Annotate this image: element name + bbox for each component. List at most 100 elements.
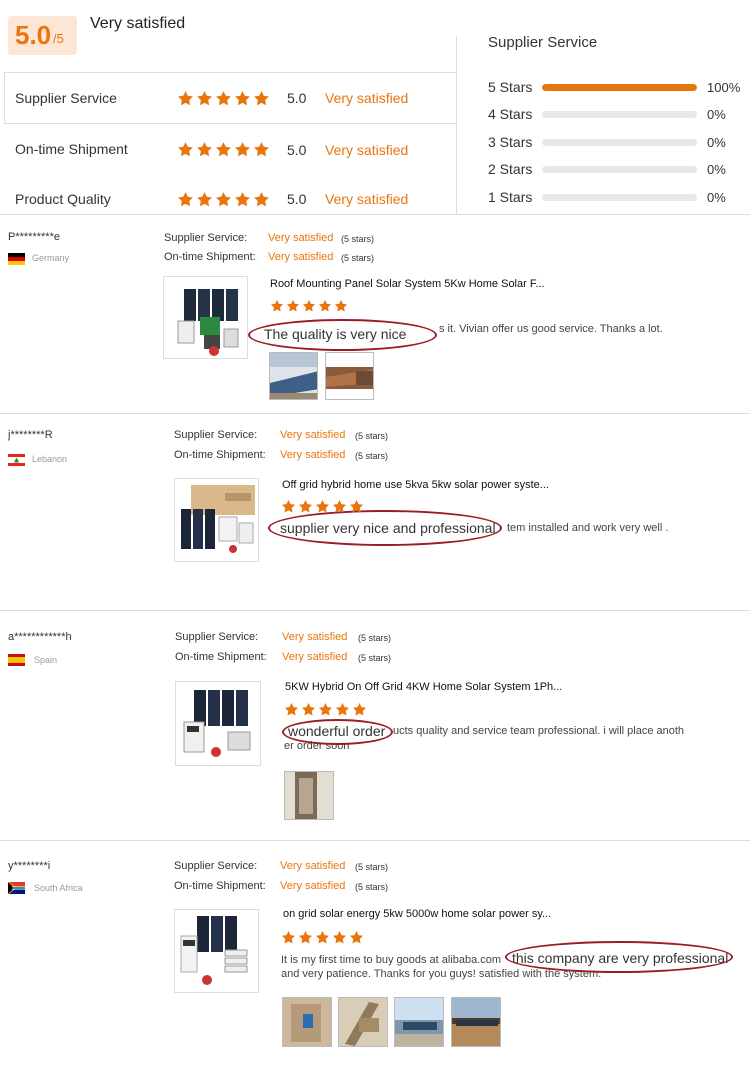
star-icon xyxy=(215,90,232,107)
product-image[interactable] xyxy=(175,681,261,766)
distribution-label: 4 Stars xyxy=(488,106,533,122)
review-photo[interactable] xyxy=(451,997,501,1047)
service-rating: Very satisfied xyxy=(280,860,346,872)
review-photo[interactable] xyxy=(394,997,444,1047)
star-icon xyxy=(332,930,347,945)
product-title[interactable]: on grid solar energy 5kw 5000w home sola… xyxy=(283,908,551,920)
reviewer-country: Spain xyxy=(34,655,58,665)
rating-score: 5.0 xyxy=(287,90,307,106)
reviewer-name: j********R xyxy=(8,429,53,441)
star-icon xyxy=(315,499,330,514)
divider xyxy=(456,36,457,214)
service-stars: (5 stars) xyxy=(341,234,375,244)
star-icon xyxy=(352,702,367,717)
reviewer-country: Lebanon xyxy=(32,454,68,464)
comment-text: ucts quality and service team profession… xyxy=(393,725,685,737)
product-image[interactable] xyxy=(163,276,248,359)
service-stars: (5 stars) xyxy=(355,862,389,872)
product-title[interactable]: 5KW Hybrid On Off Grid 4KW Home Solar Sy… xyxy=(285,681,562,693)
review-photo[interactable] xyxy=(325,352,374,400)
shipment-rating: Very satisfied xyxy=(280,449,346,461)
service-stars: (5 stars) xyxy=(358,633,392,643)
meta-label-shipment: On-time Shipment: xyxy=(174,449,266,461)
highlight-ellipse xyxy=(268,510,502,546)
rating-text: Very satisfied xyxy=(325,191,409,207)
star-icon xyxy=(177,141,194,158)
star-icon xyxy=(286,299,300,313)
star-icon xyxy=(270,299,284,313)
star-icon xyxy=(234,90,251,107)
star-icon xyxy=(281,499,296,514)
shipment-rating: Very satisfied xyxy=(268,251,334,263)
star-icon xyxy=(298,930,313,945)
distribution-title: Supplier Service xyxy=(488,34,598,51)
review-separator xyxy=(0,413,750,414)
comment-text: tem installed and work very well . xyxy=(507,522,669,534)
divider xyxy=(4,123,456,124)
star-icon xyxy=(284,702,299,717)
highlight-ellipse xyxy=(282,719,393,745)
review-photo[interactable] xyxy=(338,997,388,1047)
product-image[interactable] xyxy=(174,909,259,993)
distribution-bar xyxy=(542,111,697,118)
star-icon xyxy=(234,141,251,158)
star-icon xyxy=(253,191,270,208)
star-icon xyxy=(302,299,316,313)
review-photo[interactable] xyxy=(282,997,332,1047)
distribution-bar xyxy=(542,194,697,201)
distribution-bar xyxy=(542,139,697,146)
shipment-stars: (5 stars) xyxy=(355,451,389,461)
star-icon xyxy=(349,930,364,945)
service-stars: (5 stars) xyxy=(355,431,389,441)
distribution-percent: 0% xyxy=(707,107,726,122)
meta-label-shipment: On-time Shipment: xyxy=(174,880,266,892)
distribution-label: 2 Stars xyxy=(488,161,533,177)
star-icon xyxy=(298,499,313,514)
star-icon xyxy=(196,90,213,107)
distribution-bar-fill xyxy=(542,84,697,91)
review-photo[interactable] xyxy=(269,352,318,400)
meta-label-shipment: On-time Shipment: xyxy=(175,651,267,663)
star-icon xyxy=(315,930,330,945)
shipment-stars: (5 stars) xyxy=(355,882,389,892)
service-rating: Very satisfied xyxy=(280,429,346,441)
distribution-percent: 0% xyxy=(707,135,726,150)
star-icon xyxy=(196,141,213,158)
score-denominator: /5 xyxy=(53,31,64,46)
star-icon xyxy=(318,299,332,313)
rating-text: Very satisfied xyxy=(325,142,409,158)
distribution-bar xyxy=(542,166,697,173)
meta-label-service: Supplier Service: xyxy=(164,232,248,244)
distribution-label: 1 Stars xyxy=(488,189,533,205)
distribution-label: 3 Stars xyxy=(488,134,533,150)
rating-label: Product Quality xyxy=(15,191,111,207)
rating-score: 5.0 xyxy=(287,191,307,207)
star-icon xyxy=(281,930,296,945)
product-title[interactable]: Off grid hybrid home use 5kva 5kw solar … xyxy=(282,479,549,491)
spain-flag-icon xyxy=(8,653,25,666)
distribution-percent: 100% xyxy=(707,80,741,95)
service-rating: Very satisfied xyxy=(282,631,348,643)
service-rating: Very satisfied xyxy=(268,232,334,244)
south-africa-flag-icon xyxy=(7,881,25,895)
comment-text: It is my first time to buy goods at alib… xyxy=(281,954,502,966)
product-title[interactable]: Roof Mounting Panel Solar System 5Kw Hom… xyxy=(270,278,545,290)
highlight-ellipse xyxy=(505,941,733,973)
review-photo[interactable] xyxy=(284,771,334,820)
highlight-ellipse xyxy=(248,319,437,351)
star-icon xyxy=(335,702,350,717)
overall-score: 5.0 xyxy=(15,20,52,50)
star-icon xyxy=(349,499,364,514)
star-icon xyxy=(253,141,270,158)
star-icon xyxy=(234,191,251,208)
product-image[interactable] xyxy=(174,478,259,562)
distribution-percent: 0% xyxy=(707,190,726,205)
comment-text: s it. Vivian offer us good service. Than… xyxy=(439,323,663,335)
star-icon xyxy=(301,702,316,717)
distribution-bar xyxy=(542,84,697,91)
review-separator xyxy=(0,214,750,215)
rating-label: Supplier Service xyxy=(15,90,117,106)
star-icon xyxy=(334,299,348,313)
reviewer-country: Germany xyxy=(32,253,70,263)
star-icon xyxy=(177,90,194,107)
